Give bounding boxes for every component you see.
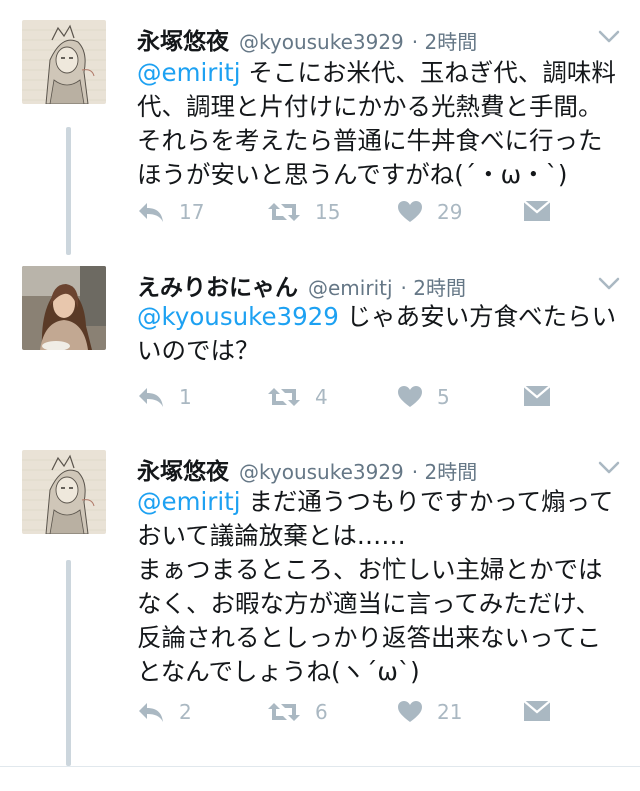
mention-link[interactable]: @emiritj xyxy=(137,58,241,87)
thread-connector-line xyxy=(66,560,71,766)
tweet-header: 永塚悠夜 @kyousuke3929 · 2時間 xyxy=(137,22,477,56)
retweet-icon xyxy=(268,388,300,406)
retweet-count: 6 xyxy=(315,700,328,724)
like-count: 21 xyxy=(437,700,463,724)
tweet-text-line: いのでは？ xyxy=(137,336,260,365)
tweet-actions: 1 4 5 xyxy=(137,385,617,415)
retweet-icon xyxy=(268,703,300,721)
retweet-button[interactable]: 15 xyxy=(267,200,340,224)
tweet-text-line: 反論されるとしっかり返答出来ないってこ xyxy=(137,623,602,652)
like-count: 29 xyxy=(437,200,463,224)
retweet-icon xyxy=(268,203,300,221)
tweet-text-line: まぁつまるところ、お忙しい主婦とかでは xyxy=(137,555,603,584)
reply-icon xyxy=(139,703,163,722)
like-count: 5 xyxy=(437,385,450,409)
like-button[interactable]: 5 xyxy=(397,385,450,409)
avatar[interactable] xyxy=(22,20,106,104)
timestamp[interactable]: · 2時間 xyxy=(401,272,466,301)
retweet-count: 15 xyxy=(315,200,341,224)
envelope-icon xyxy=(523,200,551,221)
reply-button[interactable]: 17 xyxy=(137,200,204,224)
handle[interactable]: @kyousuke3929 xyxy=(239,460,404,484)
retweet-button[interactable]: 4 xyxy=(267,385,328,409)
handle[interactable]: @emiritj xyxy=(308,276,393,300)
tweet-text-line: おいて議論放棄とは…… xyxy=(137,521,406,550)
retweet-count: 4 xyxy=(315,385,328,409)
heart-icon xyxy=(398,201,422,222)
tweet-actions: 17 15 29 xyxy=(137,200,617,230)
tweet-text-line: となんでしょうね(ヽ´ω`) xyxy=(137,657,420,686)
reply-count: 2 xyxy=(179,700,192,724)
tweet-header: えみりおにゃん @emiritj · 2時間 xyxy=(137,268,466,302)
heart-icon xyxy=(398,386,422,407)
mention-link[interactable]: @kyousuke3929 xyxy=(137,302,339,331)
envelope-icon xyxy=(523,385,551,406)
tweet-text: @kyousuke3929 じゃあ安い方食べたらい いのでは？ xyxy=(137,300,617,368)
display-name[interactable]: えみりおにゃん xyxy=(137,268,298,302)
avatar[interactable] xyxy=(22,450,106,534)
reply-icon xyxy=(139,388,163,407)
direct-message-button[interactable] xyxy=(523,700,551,722)
tweet-text-line: ほうが安いと思うんですがね(´・ω・`) xyxy=(137,160,568,189)
reply-button[interactable]: 1 xyxy=(137,385,192,409)
display-name[interactable]: 永塚悠夜 xyxy=(137,452,229,486)
anime-drawing-avatar-icon xyxy=(22,20,106,104)
tweet-text-line: なく、お暇な方が適当に言ってみただけ、 xyxy=(137,589,601,618)
tweet-text-line: 代、調理と片付けにかかる光熱費と手間。 xyxy=(137,92,603,121)
reply-icon xyxy=(139,203,163,222)
tweet-header: 永塚悠夜 @kyousuke3929 · 2時間 xyxy=(137,452,477,486)
tweet-text-fragment: そこにお米代、玉ねぎ代、調味料 xyxy=(248,58,616,87)
like-button[interactable]: 29 xyxy=(397,200,462,224)
tweet-text-line: @emiritj まだ通うつもりですかって煽って xyxy=(137,485,617,519)
tweet-text: @emiritj まだ通うつもりですかって煽って おいて議論放棄とは…… まぁつ… xyxy=(137,485,617,689)
retweet-button[interactable]: 6 xyxy=(267,700,328,724)
like-button[interactable]: 21 xyxy=(397,700,462,724)
mention-link[interactable]: @emiritj xyxy=(137,487,241,516)
timestamp[interactable]: · 2時間 xyxy=(412,456,477,485)
tweet-actions: 2 6 21 xyxy=(137,700,617,730)
display-name[interactable]: 永塚悠夜 xyxy=(137,22,229,56)
divider xyxy=(0,766,640,767)
envelope-icon xyxy=(523,700,551,721)
reply-count: 17 xyxy=(179,200,205,224)
reply-count: 1 xyxy=(179,385,192,409)
tweet-text-line: @emiritj そこにお米代、玉ねぎ代、調味料 xyxy=(137,56,617,90)
chevron-down-icon[interactable] xyxy=(598,277,620,291)
handle[interactable]: @kyousuke3929 xyxy=(239,30,404,54)
avatar[interactable] xyxy=(22,266,106,350)
timestamp[interactable]: · 2時間 xyxy=(412,26,477,55)
direct-message-button[interactable] xyxy=(523,385,551,407)
reply-button[interactable]: 2 xyxy=(137,700,192,724)
tweet-text: @emiritj そこにお米代、玉ねぎ代、調味料 代、調理と片付けにかかる光熱費… xyxy=(137,56,617,192)
thread-connector-line xyxy=(66,127,71,255)
chevron-down-icon[interactable] xyxy=(598,461,620,475)
tweet-text-fragment: じゃあ安い方食べたらい xyxy=(346,302,617,331)
woman-photo-avatar-icon xyxy=(22,266,106,350)
tweet-text-line: @kyousuke3929 じゃあ安い方食べたらい xyxy=(137,300,617,334)
chevron-down-icon[interactable] xyxy=(598,30,620,44)
heart-icon xyxy=(398,701,422,722)
anime-drawing-avatar-icon xyxy=(22,450,106,534)
tweet-text-fragment: まだ通うつもりですかって煽って xyxy=(248,487,614,516)
tweet-text-line: それらを考えたら普通に牛丼食べに行った xyxy=(137,126,603,155)
direct-message-button[interactable] xyxy=(523,200,551,222)
